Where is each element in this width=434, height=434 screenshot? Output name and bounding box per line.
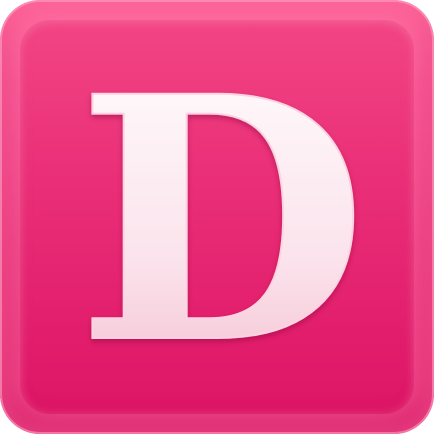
- icon-letter: D: [77, 24, 368, 418]
- icon-canvas: D: [0, 0, 434, 434]
- letter-d-glyph: D: [76, 23, 369, 419]
- app-icon[interactable]: D: [0, 0, 434, 434]
